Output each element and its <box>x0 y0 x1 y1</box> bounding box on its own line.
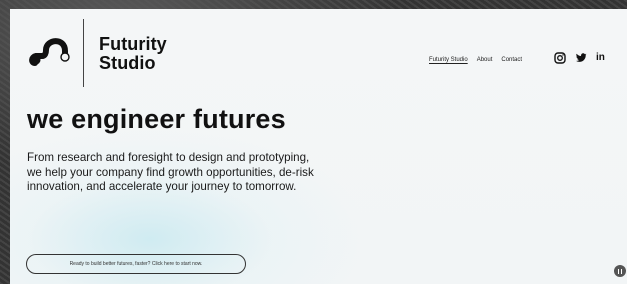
futurity-logo-icon[interactable] <box>27 31 73 69</box>
twitter-icon[interactable] <box>575 52 587 64</box>
hero-headline: we engineer futures <box>27 104 286 134</box>
brand-name-line1: Futurity <box>99 34 167 54</box>
nav-item-about[interactable]: About <box>477 57 493 63</box>
logo-divider <box>83 19 84 87</box>
linkedin-icon[interactable]: in <box>596 52 605 64</box>
nav-item-futurity-studio[interactable]: Futurity Studio <box>429 57 468 63</box>
brand-name[interactable]: Futurity Studio <box>99 35 167 73</box>
social-links: in <box>554 52 605 64</box>
instagram-icon[interactable] <box>554 52 566 64</box>
brand-name-line2: Studio <box>99 53 156 73</box>
hero-intro: From research and foresight to design an… <box>27 151 314 193</box>
start-now-button[interactable]: Ready to build better futures, faster? C… <box>26 254 246 274</box>
pause-icon[interactable] <box>614 265 626 277</box>
nav-item-contact[interactable]: Contact <box>501 57 522 63</box>
main-nav: Futurity Studio About Contact <box>429 57 522 63</box>
website-page: Futurity Studio Futurity Studio About Co… <box>10 9 627 284</box>
